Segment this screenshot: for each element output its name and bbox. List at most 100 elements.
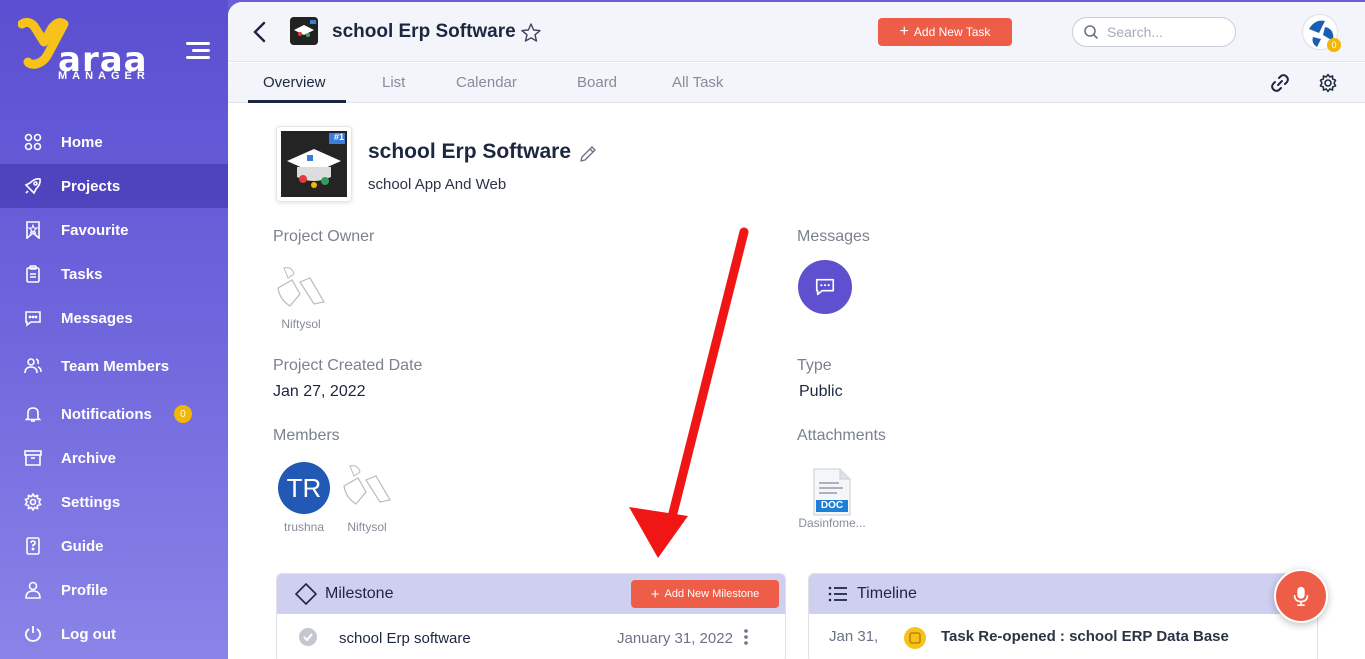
open-messages-button[interactable] [798,260,852,314]
timeline-header: Timeline [809,574,1317,614]
archive-icon [24,449,42,467]
plus-icon: + [899,23,909,40]
more-options-icon[interactable] [743,628,749,646]
sidebar-item-team-members[interactable]: Team Members [0,344,228,388]
back-arrow-icon[interactable] [250,20,270,44]
rocket-icon [24,177,42,195]
sidebar-item-label: Settings [61,493,121,511]
add-new-task-button[interactable]: + Add New Task [878,18,1012,46]
sidebar-item-settings[interactable]: Settings [0,480,228,524]
project-name: school Erp Software [368,140,572,163]
favourite-star-icon[interactable] [520,22,542,44]
add-new-milestone-label: Add New Milestone [664,588,760,600]
owner-avatar-logo[interactable] [274,264,328,314]
sidebar-item-label: Messages [61,309,133,327]
bookmark-icon [24,221,42,239]
edit-pencil-icon[interactable] [578,144,598,164]
sidebar-item-label: Guide [61,537,104,555]
messages-label: Messages [797,228,870,245]
milestone-panel: Milestone + Add New Milestone school Erp… [276,573,786,659]
milestone-title: Milestone [325,585,394,602]
member-avatar-niftysol[interactable] [340,462,394,512]
guide-icon [24,537,42,555]
main-panel: school Erp Software + Add New Task 0 Ove… [228,2,1365,659]
sidebar-item-label: Team Members [61,357,170,375]
users-icon [24,357,42,375]
sidebar-item-label: Projects [61,177,121,195]
type-value: Public [799,383,843,400]
overview-content: #1 school Erp Software school App And We… [228,104,1365,659]
timeline-title: Timeline [857,585,917,602]
sidebar-item-home[interactable]: Home [0,120,228,164]
microphone-icon [1293,586,1309,606]
timeline-event-icon [904,627,926,649]
link-icon[interactable] [1270,73,1290,93]
timeline-row-text[interactable]: Task Re-opened : school ERP Data Base [941,628,1229,645]
sidebar-item-label: Log out [61,625,116,643]
sidebar-item-label: Profile [61,581,108,599]
project-thumbnail: #1 [276,126,352,202]
sidebar-item-guide[interactable]: Guide [0,524,228,568]
notification-count-badge: 0 [173,405,192,423]
chat-bubble-icon [815,278,835,296]
avatar-notification-badge: 0 [1327,38,1341,52]
plus-icon: + [650,585,660,603]
sidebar-item-label: Home [61,133,103,151]
sidebar-item-projects[interactable]: Projects [0,164,228,208]
member-avatar-trushna[interactable]: TR [278,462,330,514]
sidebar-item-archive[interactable]: Archive [0,436,228,480]
member-name-niftysol: Niftysol [347,520,387,534]
clipboard-icon [24,265,42,283]
tab-bar: Overview List Calendar Board All Task [228,63,1365,103]
diamond-icon [295,583,317,605]
tab-list[interactable]: List [382,74,405,91]
milestone-status-icon[interactable] [297,626,319,648]
sidebar-item-notifications[interactable]: Notifications 0 [0,392,228,436]
thumbnail-badge: #1 [333,132,344,142]
type-label: Type [797,357,832,374]
sidebar-item-messages[interactable]: Messages [0,296,228,340]
user-icon [24,581,42,599]
bell-icon [24,405,42,423]
attachment-type-label: DOC [820,500,844,511]
created-date-label: Project Created Date [273,357,423,374]
logo-subtitle: MANAGER [58,70,150,82]
timeline-panel: Timeline Jan 31, Task Re-opened : school… [808,573,1318,659]
tab-board[interactable]: Board [577,74,617,91]
gear-icon [24,493,42,511]
power-icon [24,625,42,643]
active-tab-indicator [248,100,346,103]
members-label: Members [273,427,340,444]
voice-input-button[interactable] [1274,569,1328,623]
sidebar-item-favourite[interactable]: Favourite [0,208,228,252]
sidebar-item-tasks[interactable]: Tasks [0,252,228,296]
sidebar-item-label: Favourite [61,221,129,239]
tab-calendar[interactable]: Calendar [456,74,517,91]
project-thumbnail-small [290,17,318,45]
home-grid-icon [24,133,42,151]
search-input[interactable] [1107,24,1217,40]
milestone-row-date: January 31, 2022 [617,630,733,647]
settings-gear-icon[interactable] [1318,73,1338,93]
sidebar-item-label: Tasks [61,265,103,283]
search-box[interactable] [1072,17,1236,47]
sidebar-item-logout[interactable]: Log out [0,612,228,656]
member-name-trushna: trushna [283,520,325,534]
tab-all-task[interactable]: All Task [672,74,723,91]
add-new-task-label: Add New Task [913,25,991,39]
milestone-row-name[interactable]: school Erp software [339,630,471,647]
menu-toggle-icon[interactable] [186,40,212,62]
project-description: school App And Web [368,176,507,193]
created-date-value: Jan 27, 2022 [273,383,366,400]
tab-overview[interactable]: Overview [263,74,326,91]
sidebar: araa MANAGER Home Projects Favourite Tas… [0,0,228,659]
add-new-milestone-button[interactable]: + Add New Milestone [631,580,779,608]
project-owner-label: Project Owner [273,228,375,245]
brand-logo[interactable]: araa MANAGER [18,18,158,88]
list-icon [828,586,847,602]
attachments-label: Attachments [797,427,886,444]
sidebar-item-label: Notifications [61,405,152,423]
sidebar-item-profile[interactable]: Profile [0,568,228,612]
attachment-name[interactable]: Dasinfome... [794,516,870,530]
timeline-row-date: Jan 31, [829,628,879,645]
